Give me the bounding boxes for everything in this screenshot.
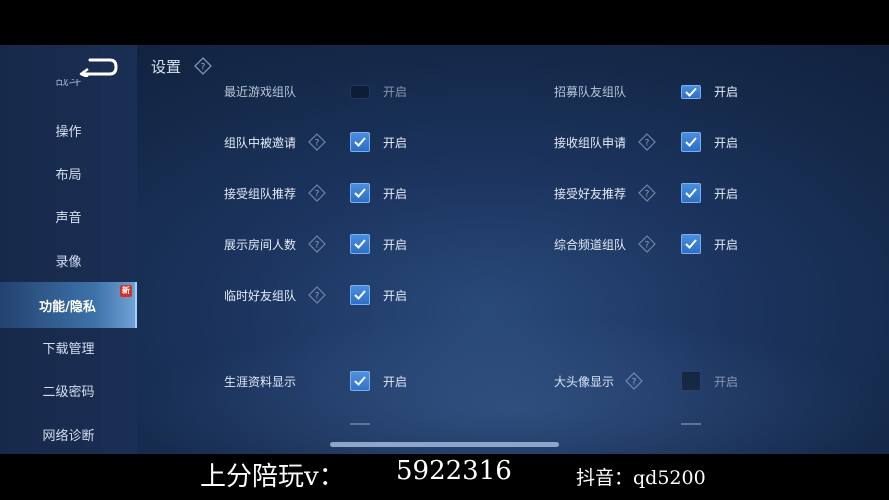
sidebar-item-recording[interactable]: 录像 (0, 244, 137, 276)
setting-label-temp-friend-team: 临时好友组队 (224, 289, 297, 303)
toggle-text: 开启 (714, 238, 739, 252)
video-letterbox-top (0, 0, 889, 45)
toggle-text: 开启 (383, 136, 408, 150)
toggle-text: 开启 (714, 85, 739, 99)
horizontal-scrollbar[interactable] (330, 442, 559, 447)
toggle-text: 开启 (383, 238, 408, 252)
help-diamond-icon[interactable]: ? (308, 235, 326, 253)
checkmark-icon (354, 137, 366, 147)
sidebar-item-download-manager[interactable]: 下载管理 (0, 331, 137, 363)
setting-label-invited-in-team: 组队中被邀请 (224, 136, 297, 150)
checkbox-invited-in-team[interactable] (350, 132, 370, 152)
back-arrow-icon (79, 58, 118, 79)
promo-caption: 上分陪玩v： (200, 462, 345, 492)
toggle-text: 开启 (383, 187, 408, 201)
checkbox-recruit-teammate[interactable] (681, 85, 701, 99)
sidebar-item-label: 网络诊断 (42, 428, 95, 444)
toggle-text: 开启 (383, 375, 408, 389)
help-diamond-icon[interactable]: ? (638, 235, 656, 253)
sidebar-item-label: 录像 (55, 254, 82, 270)
checkbox-show-room-count[interactable] (350, 234, 370, 254)
setting-label-receive-team-request: 接收组队申请 (554, 136, 627, 150)
sidebar-item-network-diagnostics[interactable]: 网络诊断 (0, 418, 137, 450)
svg-text:?: ? (315, 292, 320, 302)
help-diamond-icon[interactable]: ? (638, 184, 656, 202)
sidebar-item-layout[interactable]: 布局 (0, 157, 137, 189)
setting-label-show-room-count: 展示房间人数 (224, 238, 297, 252)
sidebar-item-controls[interactable]: 操作 (0, 114, 137, 146)
promo-number: 5922316 (396, 456, 512, 486)
checkbox-accept-team-recommend[interactable] (350, 183, 370, 203)
checkmark-icon (685, 188, 697, 198)
game-settings-screen: 战斗 操作 布局 声音 录像 功能/隐私 新 下载管理 二级密码 网络诊断 设置… (0, 45, 889, 454)
sidebar-item-label: 操作 (55, 124, 82, 140)
sidebar-item-sound[interactable]: 声音 (0, 200, 137, 232)
help-diamond-icon[interactable]: ? (308, 286, 326, 304)
toggle-text: 开启 (383, 85, 408, 99)
help-diamond-icon[interactable]: ? (625, 372, 643, 390)
setting-label-recent-game-team: 最近游戏组队 (224, 85, 297, 99)
checkmark-icon (354, 239, 366, 249)
checkbox-temp-friend-team[interactable] (350, 285, 370, 305)
sidebar-item-label: 战斗 (55, 79, 82, 89)
svg-text:?: ? (645, 241, 650, 251)
checkmark-icon (354, 290, 366, 300)
toggle-text: 开启 (714, 375, 739, 389)
svg-text:?: ? (645, 190, 650, 200)
setting-label-general-channel-team: 综合频道组队 (554, 238, 627, 252)
help-diamond-icon[interactable]: ? (638, 133, 656, 151)
setting-label-accept-team-recommend: 接受组队推荐 (224, 187, 297, 201)
checkbox-general-channel-team[interactable] (681, 234, 701, 254)
setting-label-accept-friend-recommend: 接受好友推荐 (554, 187, 627, 201)
checkbox-receive-team-request[interactable] (681, 132, 701, 152)
svg-text:?: ? (645, 139, 650, 149)
toggle-text: 开启 (383, 289, 408, 303)
setting-label-large-avatar-display: 大头像显示 (554, 375, 615, 389)
settings-content: 最近游戏组队 开启 招募队友组队 开启 组队中被邀请 ? 开启 接收组队申请 ?… (137, 45, 889, 454)
sidebar-item-battle[interactable]: 战斗 (0, 79, 137, 99)
svg-text:?: ? (632, 378, 637, 388)
sidebar-item-label: 功能/隐私 (39, 299, 96, 315)
sidebar-item-label: 下载管理 (42, 341, 95, 357)
checkmark-icon (354, 376, 366, 386)
back-button[interactable] (76, 57, 118, 79)
checkmark-icon (685, 137, 697, 147)
setting-label-career-profile-display: 生涯资料显示 (224, 375, 297, 389)
help-diamond-icon[interactable]: ? (308, 133, 326, 151)
svg-text:?: ? (315, 241, 320, 251)
clipped-checkbox-edge (350, 423, 370, 425)
sidebar-item-label: 声音 (55, 210, 82, 226)
new-badge: 新 (120, 285, 132, 297)
sidebar-item-secondary-password[interactable]: 二级密码 (0, 374, 137, 406)
svg-text:?: ? (315, 139, 320, 149)
checkbox-accept-friend-recommend[interactable] (681, 183, 701, 203)
toggle-text: 开启 (714, 136, 739, 150)
checkbox-recent-game-team[interactable] (350, 85, 370, 99)
checkbox-large-avatar-display[interactable] (681, 371, 701, 391)
clipped-checkbox-edge (681, 423, 701, 425)
checkmark-icon (354, 188, 366, 198)
svg-text:?: ? (315, 190, 320, 200)
checkbox-career-profile-display[interactable] (350, 371, 370, 391)
douyin-caption: 抖音：qd5200 (576, 467, 706, 489)
sidebar-item-function-privacy[interactable]: 功能/隐私 新 (0, 282, 137, 328)
sidebar-item-label: 二级密码 (42, 384, 95, 400)
help-diamond-icon[interactable]: ? (308, 184, 326, 202)
setting-label-recruit-teammate: 招募队友组队 (554, 85, 627, 99)
sidebar-item-label: 布局 (55, 167, 82, 183)
settings-sidebar: 战斗 操作 布局 声音 录像 功能/隐私 新 下载管理 二级密码 网络诊断 (0, 45, 137, 454)
toggle-text: 开启 (714, 187, 739, 201)
checkmark-icon (685, 239, 697, 249)
checkmark-icon (685, 87, 697, 97)
